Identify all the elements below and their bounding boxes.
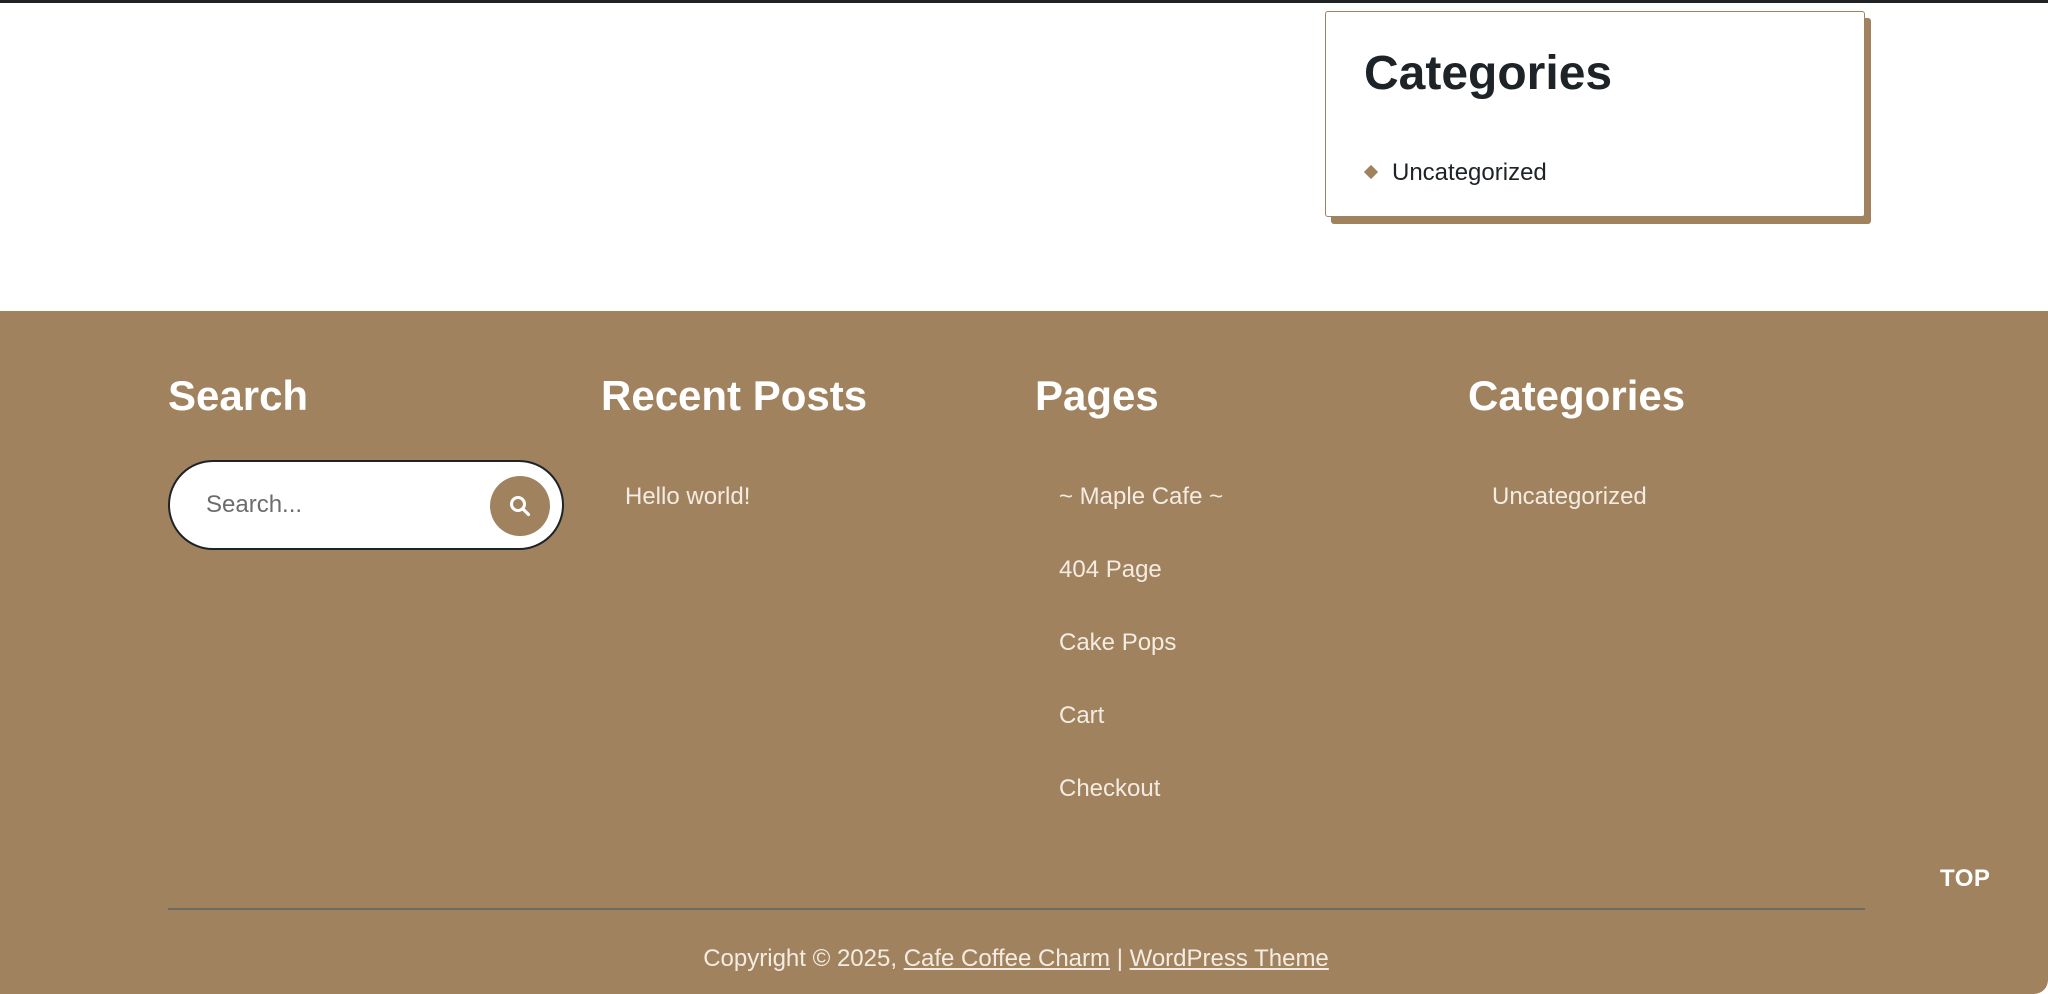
site-name-link[interactable]: Cafe Coffee Charm <box>904 945 1110 972</box>
footer-category-link-uncategorized[interactable]: Uncategorized <box>1492 483 1647 510</box>
pages-list: ~ Maple Cafe ~ 404 Page Cake Pops Cart C… <box>1059 483 1223 848</box>
site-footer: Search Recent Posts Hello world! Pages ~… <box>0 311 2048 994</box>
list-item: ~ Maple Cafe ~ <box>1059 483 1223 556</box>
footer-pages-heading: Pages <box>1035 372 1159 419</box>
list-item: 404 Page <box>1059 556 1223 629</box>
sidebar-categories-title: Categories <box>1364 47 1613 100</box>
footer-divider <box>168 908 1865 910</box>
page-link-cake-pops[interactable]: Cake Pops <box>1059 629 1176 656</box>
search-input[interactable] <box>206 484 476 526</box>
list-item: Checkout <box>1059 775 1223 848</box>
wordpress-theme-link[interactable]: WordPress Theme <box>1130 945 1329 972</box>
list-item: Uncategorized <box>1492 483 1647 556</box>
page-link-checkout[interactable]: Checkout <box>1059 775 1160 802</box>
footer-categories-list: Uncategorized <box>1492 483 1647 556</box>
sidebar-categories-list: Uncategorized <box>1363 158 1547 188</box>
search-form <box>168 460 564 550</box>
recent-posts-list: Hello world! <box>625 483 750 556</box>
footer-search-widget: Search <box>168 372 564 550</box>
copyright-separator: | <box>1116 945 1123 972</box>
sidebar-category-link-uncategorized[interactable]: Uncategorized <box>1392 159 1547 187</box>
page-link-404[interactable]: 404 Page <box>1059 556 1162 583</box>
footer-search-heading: Search <box>168 372 309 419</box>
search-button[interactable] <box>490 476 550 536</box>
list-item: Hello world! <box>625 483 750 556</box>
footer-pages-widget: Pages ~ Maple Cafe ~ 404 Page Cake Pops … <box>1035 372 1223 803</box>
footer-recent-posts-heading: Recent Posts <box>601 372 868 419</box>
footer-categories-heading: Categories <box>1468 372 1686 419</box>
recent-post-link-hello-world[interactable]: Hello world! <box>625 483 750 510</box>
page-link-cart[interactable]: Cart <box>1059 702 1104 729</box>
list-item: Cake Pops <box>1059 629 1223 702</box>
footer-categories-widget: Categories Uncategorized <box>1468 372 1686 511</box>
sidebar-categories-widget: Categories Uncategorized <box>1325 11 1865 217</box>
diamond-bullet-icon <box>1363 164 1379 180</box>
footer-recent-posts-widget: Recent Posts Hello world! <box>601 372 868 511</box>
page-link-maple-cafe[interactable]: ~ Maple Cafe ~ <box>1059 483 1223 510</box>
copyright-text: Copyright © 2025, <box>703 945 898 972</box>
list-item: Cart <box>1059 702 1223 775</box>
search-icon <box>510 496 531 517</box>
sidebar-category-item: Uncategorized <box>1363 158 1547 188</box>
top-border <box>0 0 2048 3</box>
scroll-to-top-button[interactable]: TOP <box>1940 865 1990 893</box>
copyright-bar: Copyright © 2025, Cafe Coffee Charm | Wo… <box>0 945 2032 973</box>
